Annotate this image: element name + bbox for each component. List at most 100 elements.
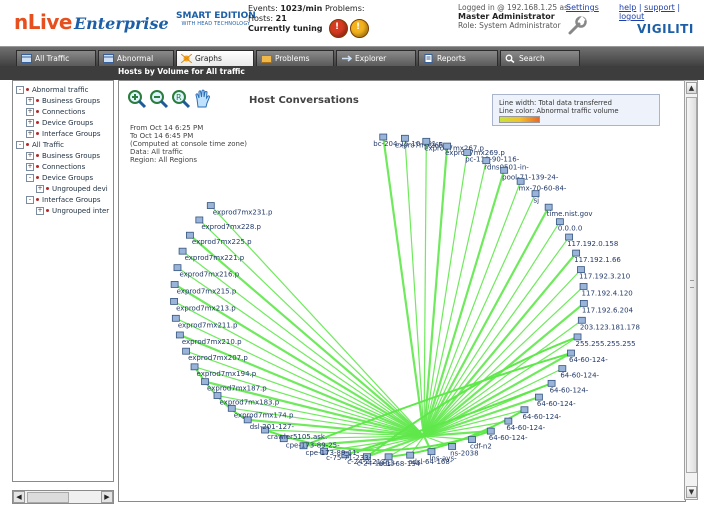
scroll-thumb[interactable] [27,492,69,503]
host-label: 64-60-124- [560,372,599,380]
host-label: exprod7mx216.p [179,271,239,279]
hosts-value: 21 [275,14,287,23]
bullet-icon [46,187,49,190]
host-label: exprod7mx183.p [220,399,280,407]
bullet-icon [36,198,39,201]
host-node: exprod7mx187.p [201,378,267,393]
tab-problems[interactable]: Problems [256,50,334,66]
scroll-left-icon[interactable]: ◀ [13,491,25,503]
support-link[interactable]: support [644,3,675,12]
host-node: exprod7mx216.p [173,264,240,279]
scroll-up-icon[interactable]: ▲ [686,82,697,94]
tree-item-connections[interactable]: + Connections [26,162,85,172]
host-label: 64-60-124- [506,424,545,432]
login-info: Logged in @ 192.168.1.25 as: Master Admi… [458,3,571,30]
conversation-edge [404,138,425,437]
expand-icon[interactable]: + [36,185,44,193]
vigiliti-logo: VIGILITI [637,22,694,36]
expand-icon[interactable]: + [26,119,34,127]
smart-edition-badge: SMART EDITION WITH HEAD TECHNOLOGY [176,11,256,27]
zoom-in-icon[interactable] [127,89,147,109]
navigation-tree: - Abnormal traffic + Business Groups + Conn… [12,80,114,482]
critical-problem-icon[interactable]: ! [329,19,348,38]
host-node: exprod7mx174.p [227,404,294,419]
host-label: 64-60-124- [537,400,576,408]
collapse-icon[interactable]: - [26,196,34,204]
tab-explorer[interactable]: Explorer [336,50,416,66]
expand-icon[interactable]: + [26,108,34,116]
host-label: mx-70-60-84- [519,184,567,192]
collapse-icon[interactable]: - [26,174,34,182]
expand-icon[interactable]: + [26,152,34,160]
top-links: help | support | logout [619,3,704,21]
host-label: dsl-201-127- [250,423,295,431]
tree-item-business-groups[interactable]: + Business Groups [26,96,100,106]
conversation-edge [423,160,487,437]
tree-item-all-traffic[interactable]: - All Traffic [16,140,64,150]
scroll-thumb[interactable] [686,97,697,473]
tree-item-connections[interactable]: + Connections [26,107,85,117]
problems-icon [261,55,272,63]
host-node: 64-60-124- [558,365,600,380]
tab-all-traffic[interactable]: All Traffic [16,50,96,66]
tab-abnormal-traffic[interactable]: Abnormal Traffic [98,50,174,78]
host-label: cpe-173-89-11- [305,449,359,457]
tab-reports[interactable]: Reports [418,50,498,66]
tree-item-label: Interface Groups [42,196,101,204]
host-label: pc-118-90-116- [465,156,519,164]
tree-item-interface-groups[interactable]: + Interface Groups [26,129,101,139]
tree-item-ungrouped-devices[interactable]: + Ungrouped devi [36,184,108,194]
tab-graphs[interactable]: Graphs [176,50,254,66]
tree-item-label: Device Groups [42,174,94,182]
zoom-reset-icon[interactable]: R [171,89,191,109]
bullet-icon [36,121,39,124]
tree-item-device-groups[interactable]: - Device Groups [26,173,93,183]
expand-icon[interactable]: + [26,97,34,105]
tab-label: Reports [437,54,466,63]
expand-icon[interactable]: + [26,163,34,171]
settings-link[interactable]: Settings [566,3,599,12]
nlive-logo: nLive Enterprise [14,10,169,40]
tree-item-business-groups[interactable]: + Business Groups [26,151,100,161]
host-label: exprod7mx221.p [185,254,245,262]
time-zone-note: (Computed at console time zone) [130,140,248,148]
host-node: 64-60-124- [535,393,576,408]
tree-item-ungrouped-interfaces[interactable]: + Ungrouped inter [36,206,109,216]
host-node: 203.123.181.178 [577,316,640,331]
content-subheader: Hosts by Volume for All traffic [0,66,704,80]
events-value: 1023/min [280,4,323,13]
graph-icon [181,54,192,63]
collapse-icon[interactable]: - [16,86,24,94]
tab-search[interactable]: Search [500,50,580,66]
tab-label: Problems [275,54,310,63]
tree-item-device-groups[interactable]: + Device Groups [26,118,93,128]
host-label: exprod7mx194.p [197,370,257,378]
host-label: exprod7mx228.p [201,223,261,231]
scroll-down-icon[interactable]: ▼ [686,486,697,498]
help-link[interactable]: help [619,3,636,12]
logo-nlive-text: nLive [14,10,72,34]
logout-link[interactable]: logout [619,12,644,21]
host-node: exprod7mx221.p [178,247,245,262]
tree-horizontal-scrollbar[interactable]: ◀ ▶ [12,490,114,504]
host-label: 0.0.0.0 [558,225,583,233]
svg-text:R: R [176,93,182,102]
host-label: time.nist.gov [547,210,593,218]
host-node: exprod7mx194.p [190,363,257,378]
graph-vertical-scrollbar[interactable]: ▲ ▼ [684,80,698,500]
tree-item-label: Abnormal traffic [32,86,89,94]
wrench-icon[interactable] [566,15,588,37]
host-label: 203.123.181.178 [580,323,640,331]
tree-item-abnormal-traffic[interactable]: - Abnormal traffic [16,85,89,95]
zoom-out-icon[interactable] [149,89,169,109]
pan-hand-icon[interactable] [193,89,213,109]
tree-item-interface-groups[interactable]: - Interface Groups [26,195,101,205]
collapse-icon[interactable]: - [16,141,24,149]
warning-problem-icon[interactable]: ! [350,19,369,38]
host-label: pool-71-139-24- [502,173,559,181]
expand-icon[interactable]: + [26,130,34,138]
conversation-edge [423,252,577,437]
bullet-icon [26,88,29,91]
expand-icon[interactable]: + [36,207,44,215]
scroll-right-icon[interactable]: ▶ [101,491,113,503]
